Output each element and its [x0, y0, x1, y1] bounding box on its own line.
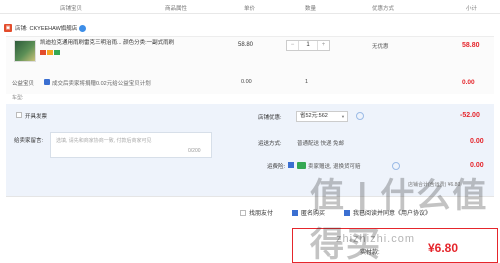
info-icon[interactable] [356, 112, 364, 120]
freight-ins-badge-icon [297, 162, 306, 169]
charity-subtotal: 0.00 [462, 79, 475, 86]
shipping-amount: 0.00 [470, 138, 484, 145]
message-label: 给卖家留言: [14, 138, 44, 144]
tag-red-icon [40, 50, 46, 55]
product-title[interactable]: 凯迪拉克通用雨刷雷克三明治雨... 颜色分类:一副式雨刷 [40, 40, 190, 47]
service-tags [40, 50, 60, 55]
chevron-down-icon: ▼ [341, 114, 345, 119]
invoice-label: 开具发票 [25, 114, 48, 120]
car-type-label: 车型: [12, 95, 24, 101]
invoice-checkbox[interactable] [16, 112, 22, 118]
watermark-url: zhizhizhi.com [336, 233, 416, 245]
discount-label: 店铺优惠: [258, 115, 282, 121]
discount-select-value: 省52元:562 [300, 113, 328, 119]
shipping-label: 运送方式: [258, 141, 282, 147]
anonymous-checkbox[interactable] [292, 209, 298, 216]
friend-pay-checkbox[interactable] [240, 209, 246, 216]
friend-pay-label: 找朋友付 [249, 211, 274, 217]
col-promo: 优惠方式 [372, 6, 395, 12]
chat-icon[interactable] [79, 24, 87, 32]
charity-text: 成交后卖家将捐赠0.02元给公益宝贝计划 [52, 81, 151, 87]
col-price: 单价 [244, 6, 256, 12]
shop-icon: ▣ [4, 24, 12, 32]
col-item: 店铺宝贝 [60, 6, 83, 12]
watermark-logo: 值 | 什么值得买 [310, 177, 489, 263]
promo-method: 无优惠 [372, 44, 389, 50]
tag-orange-icon [47, 50, 53, 55]
discount-select[interactable]: 省52元:562 ▼ [296, 111, 348, 122]
charity-price: 0.00 [241, 79, 252, 85]
freight-insurance-label: 运费险: [267, 164, 286, 170]
freight-insurance-checkbox[interactable] [288, 162, 294, 168]
qty-plus-button[interactable]: + [318, 41, 329, 50]
col-qty: 数量 [305, 6, 317, 12]
message-char-count: 0/200 [188, 148, 201, 154]
item-subtotal: 58.80 [462, 42, 480, 49]
store-header: ▣ 店铺: CKYEEHAW旗舰店 [4, 22, 87, 34]
discount-amount: -52.00 [460, 112, 480, 119]
message-placeholder: 选填, 请先和商家协商一致, 付款后商家可见 [56, 138, 152, 144]
product-thumbnail[interactable] [14, 40, 36, 62]
store-label: 店铺: [15, 26, 28, 32]
column-header: 店铺宝贝 商品属性 单价 数量 优惠方式 小计 [0, 0, 500, 14]
charity-checkbox[interactable] [44, 79, 50, 85]
store-name-link[interactable]: CKYEEHAW旗舰店 [30, 24, 78, 32]
shipping-value[interactable]: 普通配送 快递 免邮 [297, 139, 344, 147]
tag-green-icon [54, 50, 60, 55]
charity-label: 公益宝贝 [12, 81, 35, 87]
charity-qty: 1 [305, 79, 309, 85]
friend-pay-option[interactable]: 找朋友付 [240, 208, 273, 217]
col-attr: 商品属性 [165, 6, 188, 12]
message-textarea[interactable] [50, 132, 212, 158]
quantity-stepper[interactable]: − 1 + [286, 40, 330, 51]
col-subtotal: 小计 [466, 6, 478, 12]
qty-input[interactable]: 1 [298, 41, 318, 50]
qty-minus-button[interactable]: − [287, 41, 298, 50]
unit-price: 58.80 [238, 42, 254, 48]
